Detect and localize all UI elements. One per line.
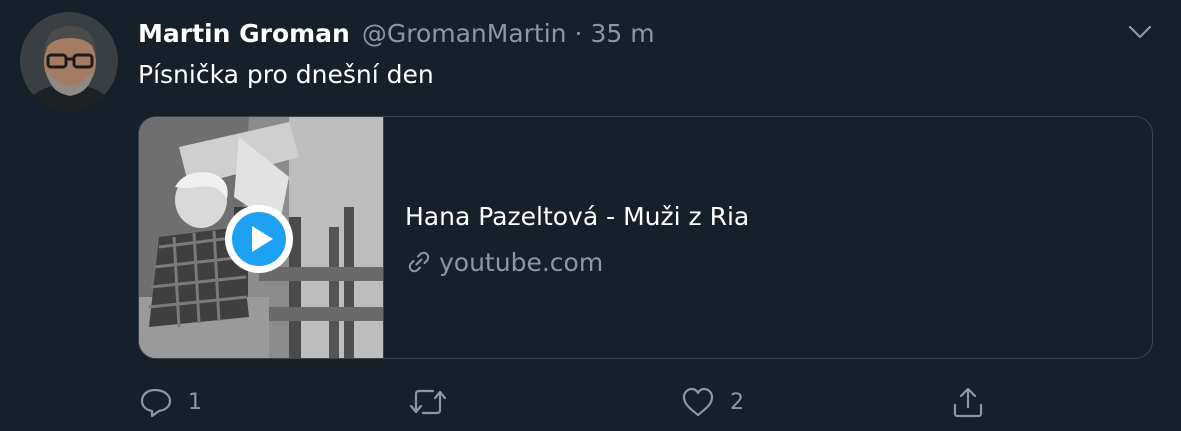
header-separator: · [574,18,583,48]
like-count: 2 [730,389,744,415]
link-card[interactable]: Hana Pazeltová - Muži z Ria youtube.com [138,116,1153,359]
card-domain: youtube.com [439,247,604,277]
author-handle[interactable]: @GromanMartin [362,19,567,48]
reply-button[interactable]: 1 [138,380,202,424]
reply-count: 1 [188,389,202,415]
tweet-header: Martin Groman @GromanMartin · 35 m [138,16,655,50]
heart-icon [682,387,714,417]
card-domain-row[interactable]: youtube.com [405,245,603,279]
avatar-photo [20,12,118,110]
card-title[interactable]: Hana Pazeltová - Muži z Ria [405,202,749,231]
author-display-name[interactable]: Martin Groman [138,19,350,48]
retweet-icon [409,389,447,415]
link-icon [408,251,430,273]
like-button[interactable]: 2 [680,380,744,424]
card-thumbnail[interactable] [139,117,384,358]
share-button[interactable] [950,380,986,424]
chevron-down-icon[interactable] [1126,18,1154,46]
reply-icon [140,388,172,418]
retweet-button[interactable] [408,380,462,424]
play-icon[interactable] [224,204,294,274]
share-icon [953,387,983,418]
tweet-timestamp[interactable]: 35 m [590,19,654,48]
tweet[interactable]: Martin Groman @GromanMartin · 35 m Písni… [0,0,1181,431]
tweet-actions: 1 2 [0,380,1181,424]
tweet-text: Písnička pro dnešní den [138,60,434,89]
avatar[interactable] [20,12,118,110]
